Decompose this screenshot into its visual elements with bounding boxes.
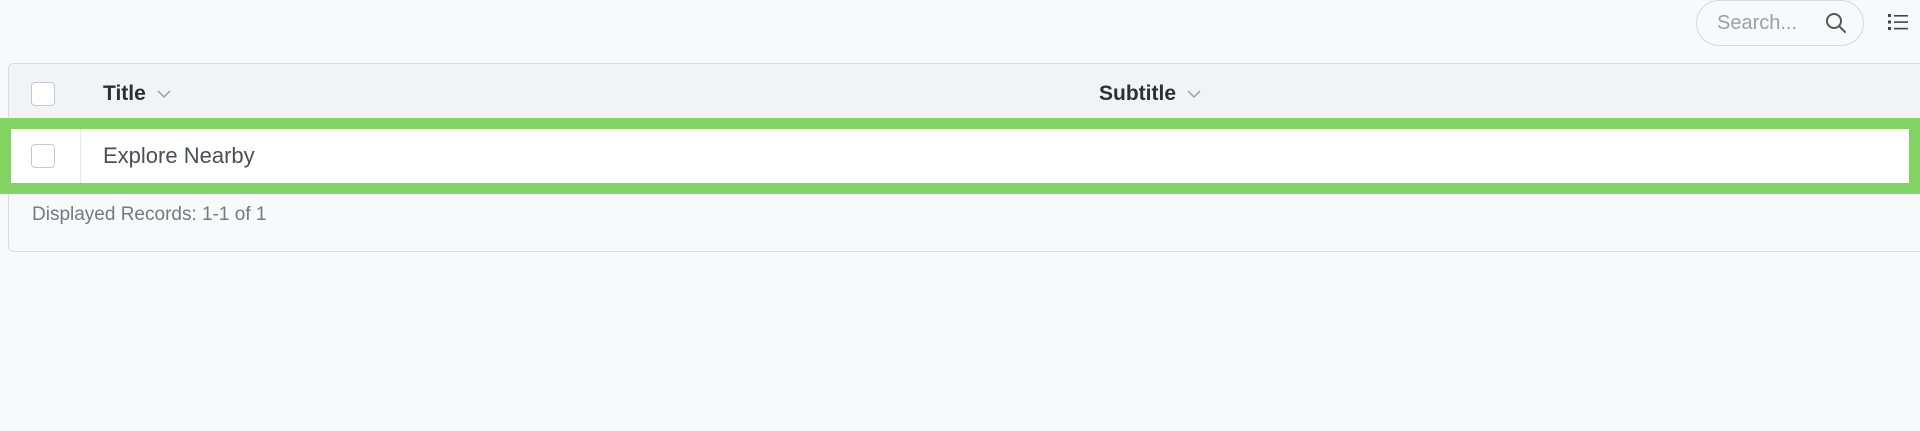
column-divider: [80, 124, 81, 188]
search-box[interactable]: [1696, 0, 1864, 46]
table-header: Title Subtitle: [9, 64, 1920, 124]
column-subtitle-label: Subtitle: [1099, 82, 1176, 105]
row-checkbox[interactable]: [31, 144, 55, 168]
list-view-icon[interactable]: [1886, 10, 1910, 34]
table-row[interactable]: Explore Nearby: [9, 124, 1920, 188]
column-header-title[interactable]: Title: [103, 64, 172, 124]
records-count: Displayed Records: 1-1 of 1: [32, 204, 267, 225]
search-input[interactable]: [1717, 11, 1823, 35]
column-header-subtitle[interactable]: Subtitle: [1099, 64, 1202, 124]
column-title-label: Title: [103, 82, 146, 105]
row-title-cell[interactable]: Explore Nearby: [103, 124, 255, 188]
search-icon[interactable]: [1823, 10, 1849, 36]
chevron-down-icon: [156, 86, 172, 102]
select-all-checkbox[interactable]: [31, 82, 55, 106]
records-table: Title Subtitle Explore Nearby Displayed …: [8, 63, 1920, 252]
chevron-down-icon: [1186, 86, 1202, 102]
list-page: Title Subtitle Explore Nearby Displayed …: [0, 0, 1920, 431]
